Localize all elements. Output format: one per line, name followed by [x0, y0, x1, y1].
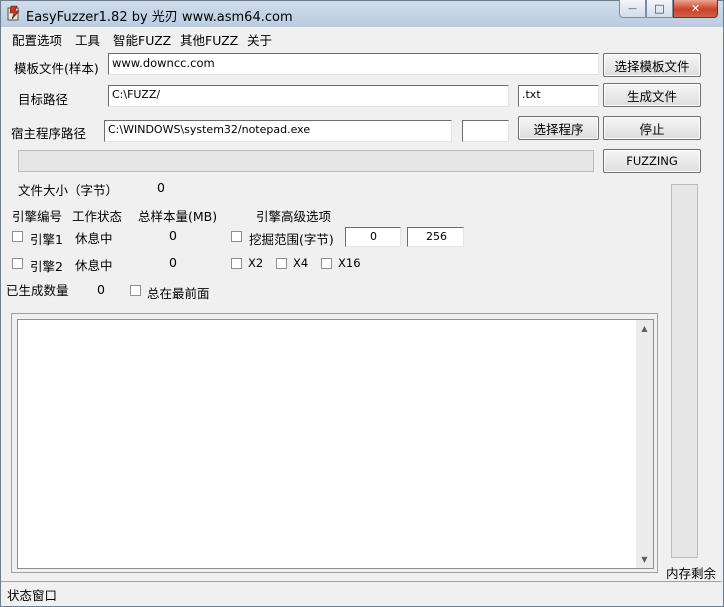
- x2-checkbox[interactable]: [231, 258, 242, 269]
- minimize-icon: —: [628, 3, 637, 14]
- engine-1-label: 引擎1: [30, 232, 63, 247]
- range-label: 挖掘范围(字节): [249, 232, 334, 247]
- file-size-label: 文件大小（字节）: [18, 183, 119, 198]
- menu-tools[interactable]: 工具: [75, 30, 100, 49]
- maximize-button[interactable]: □: [646, 0, 673, 18]
- template-label: 模板文件(样本): [14, 61, 99, 76]
- progress-bar: [18, 150, 594, 172]
- x4-label: X4: [293, 256, 309, 270]
- host-extra-input[interactable]: [462, 120, 509, 142]
- work-status-header: 工作状态: [72, 209, 123, 224]
- generate-files-button[interactable]: 生成文件: [603, 83, 701, 107]
- range-checkbox[interactable]: [231, 231, 242, 242]
- app-icon: [7, 5, 20, 21]
- maximize-icon: □: [654, 2, 665, 15]
- engine-number-header: 引擎编号: [12, 209, 63, 224]
- menu-other-fuzz[interactable]: 其他FUZZ: [180, 30, 238, 49]
- engine-1-samples: 0: [169, 228, 177, 243]
- engine-1-checkbox[interactable]: [12, 231, 23, 242]
- window-title: EasyFuzzer1.82 by 光刃 www.asm64.com: [26, 10, 293, 25]
- log-scrollbar[interactable]: ▲ ▼: [636, 320, 653, 568]
- memory-remaining-label: 内存剩余: [666, 566, 717, 581]
- status-text: 状态窗口: [7, 588, 58, 603]
- status-bar: 状态窗口: [1, 581, 722, 604]
- file-size-value: 0: [157, 180, 165, 195]
- range-to-input[interactable]: 256: [407, 227, 464, 247]
- target-path-input[interactable]: C:\FUZZ/: [108, 85, 509, 107]
- stop-button[interactable]: 停止: [603, 116, 701, 140]
- menu-smart-fuzz[interactable]: 智能FUZZ: [113, 30, 171, 49]
- scroll-down-icon[interactable]: ▼: [636, 551, 653, 568]
- select-template-button[interactable]: 选择模板文件: [603, 53, 701, 77]
- x16-label: X16: [338, 256, 361, 270]
- fuzzing-button[interactable]: FUZZING: [603, 149, 701, 173]
- engine-2-status: 休息中: [75, 258, 113, 273]
- advanced-options-header: 引擎高级选项: [256, 209, 332, 224]
- total-samples-header: 总样本量(MB): [138, 209, 218, 224]
- target-path-label: 目标路径: [18, 92, 69, 107]
- minimize-button[interactable]: —: [619, 0, 646, 18]
- x2-label: X2: [248, 256, 264, 270]
- memory-bar: [671, 184, 698, 558]
- generated-count-label: 已生成数量: [6, 283, 69, 298]
- menu-about[interactable]: 关于: [247, 30, 272, 49]
- title-bar: EasyFuzzer1.82 by 光刃 www.asm64.com — □ ✕: [0, 0, 724, 27]
- host-program-label: 宿主程序路径: [11, 126, 87, 141]
- close-button[interactable]: ✕: [673, 0, 718, 18]
- range-from-input[interactable]: 0: [345, 227, 401, 247]
- file-extension-input[interactable]: .txt: [518, 85, 599, 107]
- host-program-input[interactable]: C:\WINDOWS\system32/notepad.exe: [104, 120, 452, 142]
- menu-bar: [1, 27, 723, 48]
- template-file-input[interactable]: www.downcc.com: [108, 53, 599, 75]
- engine-2-checkbox[interactable]: [12, 258, 23, 269]
- engine-1-status: 休息中: [75, 231, 113, 246]
- log-area[interactable]: [17, 319, 654, 569]
- close-icon: ✕: [690, 2, 701, 15]
- scroll-up-icon[interactable]: ▲: [636, 320, 653, 337]
- select-program-button[interactable]: 选择程序: [518, 116, 599, 140]
- always-on-top-label: 总在最前面: [147, 286, 210, 301]
- x16-checkbox[interactable]: [321, 258, 332, 269]
- always-on-top-checkbox[interactable]: [130, 285, 141, 296]
- engine-2-label: 引擎2: [30, 259, 63, 274]
- menu-config[interactable]: 配置选项: [12, 30, 62, 49]
- engine-2-samples: 0: [169, 255, 177, 270]
- generated-count-value: 0: [97, 282, 105, 297]
- x4-checkbox[interactable]: [276, 258, 287, 269]
